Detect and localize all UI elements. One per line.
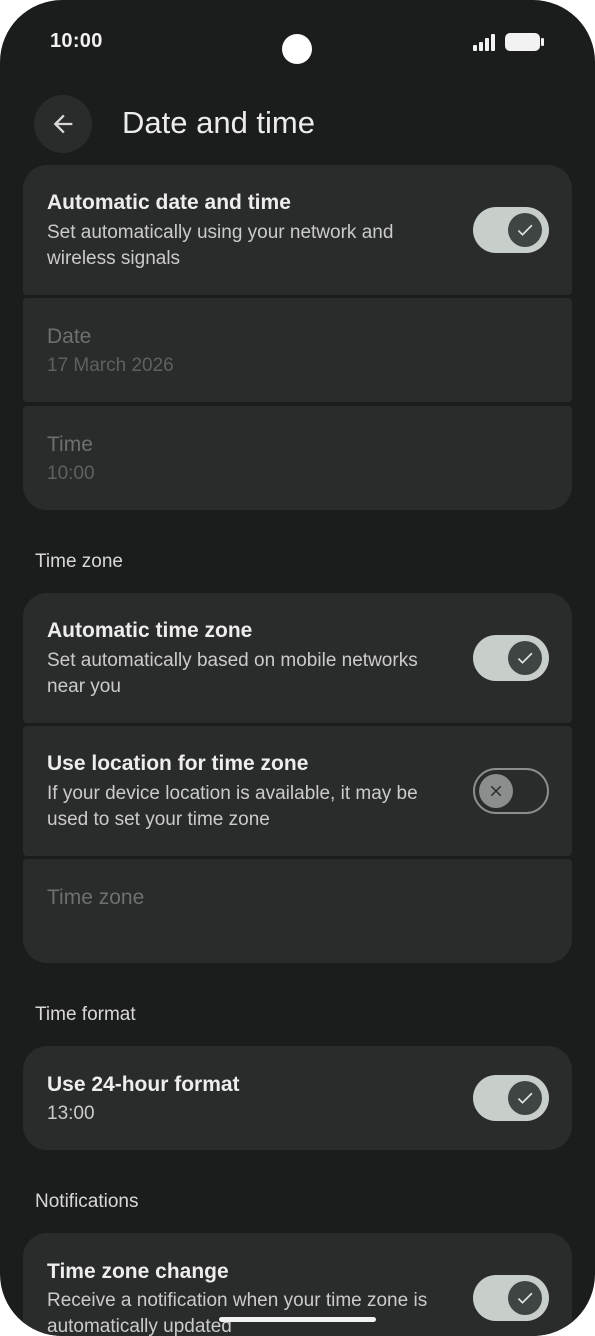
date-item[interactable]: Date 17 March 2026 bbox=[23, 298, 572, 402]
auto-date-time-title: Automatic date and time bbox=[47, 191, 291, 214]
phone-screen: 10:00 Date and time Automatic date and t… bbox=[0, 0, 595, 1336]
home-indicator[interactable] bbox=[219, 1317, 376, 1322]
auto-time-zone-title: Automatic time zone bbox=[47, 619, 253, 642]
time-zone-change-subtitle: Receive a notification when your time zo… bbox=[47, 1290, 428, 1336]
auto-date-time-subtitle: Set automatically using your network and… bbox=[47, 222, 394, 269]
toggle-knob bbox=[508, 213, 542, 247]
auto-time-zone-subtitle: Set automatically based on mobile networ… bbox=[47, 650, 418, 697]
section-time-format: Time format bbox=[35, 1004, 136, 1025]
time-zone-title: Time zone bbox=[47, 886, 145, 909]
signal-icon bbox=[473, 34, 495, 51]
time-zone-change-title: Time zone change bbox=[47, 1260, 229, 1283]
toggle-knob bbox=[508, 1281, 542, 1315]
toggle-knob bbox=[508, 641, 542, 675]
time-item[interactable]: Time 10:00 bbox=[23, 406, 572, 510]
date-value: 17 March 2026 bbox=[47, 355, 174, 376]
section-notifications: Notifications bbox=[35, 1191, 139, 1212]
location-time-zone-title: Use location for time zone bbox=[47, 752, 309, 775]
check-icon bbox=[517, 1292, 533, 1304]
format-24h-toggle[interactable] bbox=[473, 1075, 549, 1121]
time-zone-change-toggle[interactable] bbox=[473, 1275, 549, 1321]
arrow-back-icon bbox=[53, 114, 73, 134]
check-icon bbox=[517, 1092, 533, 1104]
location-time-zone-subtitle: If your device location is available, it… bbox=[47, 783, 418, 830]
battery-icon bbox=[505, 33, 544, 51]
time-zone-item[interactable]: Time zone bbox=[23, 859, 572, 963]
format-24h-item[interactable]: Use 24-hour format 13:00 bbox=[23, 1046, 572, 1150]
camera-cutout bbox=[282, 34, 312, 64]
auto-date-time-toggle[interactable] bbox=[473, 207, 549, 253]
format-24h-subtitle: 13:00 bbox=[47, 1103, 95, 1124]
status-time: 10:00 bbox=[50, 30, 103, 52]
auto-time-zone-item[interactable]: Automatic time zone Set automatically ba… bbox=[23, 593, 572, 723]
toggle-knob bbox=[508, 1081, 542, 1115]
toggle-knob bbox=[479, 774, 513, 808]
date-title: Date bbox=[47, 325, 92, 348]
auto-date-time-item[interactable]: Automatic date and time Set automaticall… bbox=[23, 165, 572, 295]
section-time-zone: Time zone bbox=[35, 551, 123, 572]
close-icon bbox=[490, 785, 502, 797]
time-title: Time bbox=[47, 433, 93, 456]
time-value: 10:00 bbox=[47, 463, 95, 484]
location-time-zone-toggle[interactable] bbox=[473, 768, 549, 814]
auto-time-zone-toggle[interactable] bbox=[473, 635, 549, 681]
location-time-zone-item[interactable]: Use location for time zone If your devic… bbox=[23, 726, 572, 856]
check-icon bbox=[517, 652, 533, 664]
check-icon bbox=[517, 224, 533, 236]
page-title: Date and time bbox=[122, 105, 315, 140]
back-button[interactable] bbox=[34, 95, 92, 153]
format-24h-title: Use 24-hour format bbox=[47, 1073, 240, 1096]
